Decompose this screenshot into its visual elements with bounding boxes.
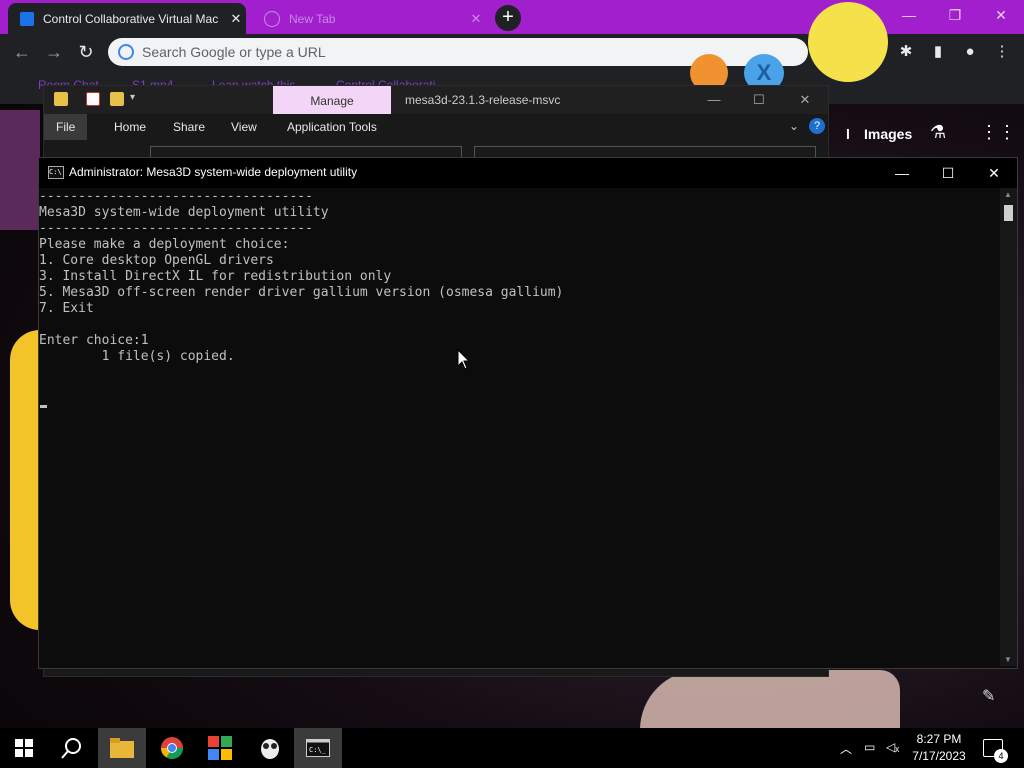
background-decoration	[0, 110, 40, 230]
manage-tab[interactable]: Manage	[273, 86, 391, 114]
tab-application-tools[interactable]: Application Tools	[275, 114, 389, 140]
minimize-button[interactable]: —	[694, 88, 734, 112]
scroll-thumb[interactable]	[1004, 205, 1013, 221]
svg-text:C:\_: C:\_	[309, 746, 327, 754]
taskbar: C:\_ ︿ ▭ ◁ₓ 8:27 PM 7/17/2023 4	[0, 728, 1024, 768]
new-folder-icon[interactable]	[110, 92, 124, 106]
folder-icon	[54, 92, 68, 106]
browser-tab-active[interactable]: Control Collaborative Virtual Mac ✕	[8, 3, 246, 34]
console-output[interactable]: ----------------------------------- Mesa…	[39, 188, 999, 666]
console-line: -----------------------------------	[39, 189, 313, 204]
console-line: 1 file(s) copied.	[39, 349, 235, 364]
close-window-button[interactable]: ✕	[978, 0, 1024, 30]
close-window-button[interactable]: ✕	[785, 88, 825, 112]
chrome-icon	[161, 737, 183, 759]
search-icon	[61, 738, 81, 759]
console-line: Please make a deployment choice:	[39, 237, 290, 252]
chevron-up-icon[interactable]: ︿	[840, 740, 852, 757]
scroll-down-icon[interactable]: ▼	[1004, 655, 1012, 664]
notification-count: 4	[994, 749, 1008, 763]
back-button[interactable]: ←	[10, 41, 34, 63]
menu-icon[interactable]: ⋮	[992, 42, 1012, 62]
console-line: -----------------------------------	[39, 221, 313, 236]
system-clock[interactable]: 8:27 PM 7/17/2023	[906, 731, 972, 765]
new-tab-button[interactable]: +	[495, 5, 521, 31]
photos-icon	[208, 736, 232, 760]
volume-muted-icon[interactable]: ◁ₓ	[886, 740, 899, 754]
network-icon[interactable]: ▭	[864, 740, 875, 754]
minimize-button[interactable]: —	[879, 158, 925, 188]
start-icon	[15, 739, 33, 757]
taskbar-chrome[interactable]	[148, 728, 196, 768]
lightbulb-decoration	[808, 2, 888, 82]
console-line: Enter choice:1	[39, 333, 149, 348]
taskbar-photos[interactable]	[196, 728, 244, 768]
background-decoration	[640, 670, 900, 728]
maximize-button[interactable]: ☐	[925, 158, 971, 188]
tab-view[interactable]: View	[219, 114, 269, 140]
app-icon	[261, 739, 279, 759]
terminal-icon: C:\	[48, 166, 64, 179]
restore-button[interactable]: ❐	[932, 0, 978, 30]
console-line: 7. Exit	[39, 301, 94, 316]
address-bar-placeholder: Search Google or type a URL	[142, 44, 326, 60]
console-line: Mesa3D system-wide deployment utility	[39, 205, 329, 220]
help-icon[interactable]: ?	[809, 118, 825, 134]
maximize-button[interactable]: ☐	[739, 88, 779, 112]
terminal-icon: C:\_	[306, 739, 330, 757]
chevron-down-icon[interactable]: ⌄	[789, 119, 799, 133]
monitor-icon	[20, 11, 34, 26]
close-icon[interactable]: ✕	[466, 11, 486, 27]
tab-home[interactable]: Home	[102, 114, 158, 140]
tab-file[interactable]: File	[44, 114, 88, 140]
globe-icon	[264, 10, 280, 27]
console-line: 3. Install DirectX IL for redistribution…	[39, 269, 392, 284]
scrollbar[interactable]: ▲ ▼	[1000, 188, 1017, 666]
close-icon[interactable]: ✕	[226, 11, 246, 27]
clock-date: 7/17/2023	[912, 749, 966, 763]
taskbar-file-explorer[interactable]	[98, 728, 146, 768]
properties-icon[interactable]	[86, 92, 100, 106]
close-window-button[interactable]: ✕	[971, 158, 1017, 188]
console-titlebar: C:\ Administrator: Mesa3D system-wide de…	[39, 158, 1017, 188]
file-explorer-icon	[110, 738, 134, 758]
browser-tab[interactable]: New Tab ✕	[252, 3, 486, 34]
images-link[interactable]: Images	[864, 126, 912, 142]
start-button[interactable]	[0, 728, 48, 768]
console-line: 1. Core desktop OpenGL drivers	[39, 253, 274, 268]
explorer-titlebar: ▾ Manage mesa3d-23.1.3-release-msvc — ☐ …	[44, 86, 828, 114]
taskbar-terminal[interactable]: C:\_	[294, 728, 342, 768]
tab-title: Control Collaborative Virtual Mac	[43, 11, 219, 26]
window-title: Administrator: Mesa3D system-wide deploy…	[69, 165, 358, 179]
console-window: C:\ Administrator: Mesa3D system-wide de…	[38, 157, 1018, 669]
profile-icon[interactable]: ●	[960, 42, 980, 62]
pen-icon[interactable]: ✎	[982, 686, 995, 706]
clock-time: 8:27 PM	[916, 732, 962, 746]
forward-button[interactable]: →	[42, 41, 66, 63]
ribbon-tabs: File Home Share View Application Tools ⌄…	[44, 114, 828, 140]
tab-share[interactable]: Share	[161, 114, 217, 140]
minimize-button[interactable]: —	[886, 0, 932, 30]
window-title: mesa3d-23.1.3-release-msvc	[405, 93, 561, 107]
scroll-up-icon[interactable]: ▲	[1004, 190, 1012, 199]
taskbar-app[interactable]	[246, 728, 294, 768]
side-panel-icon[interactable]: ▮	[928, 42, 948, 62]
apps-grid-icon[interactable]: ⋮⋮⋮	[980, 122, 1024, 143]
tab-title: New Tab	[289, 11, 336, 26]
google-link[interactable]: l	[846, 126, 850, 142]
google-icon	[118, 44, 134, 60]
console-line: 5. Mesa3D off-screen render driver galli…	[39, 285, 564, 300]
reload-button[interactable]: ↻	[74, 41, 98, 63]
extensions-icon[interactable]: ✱	[896, 42, 916, 62]
chevron-down-icon[interactable]: ▾	[130, 92, 144, 106]
search-button[interactable]	[48, 728, 96, 768]
labs-icon[interactable]: ⚗	[930, 122, 946, 143]
text-cursor	[40, 405, 47, 408]
mouse-pointer-icon	[457, 349, 471, 370]
